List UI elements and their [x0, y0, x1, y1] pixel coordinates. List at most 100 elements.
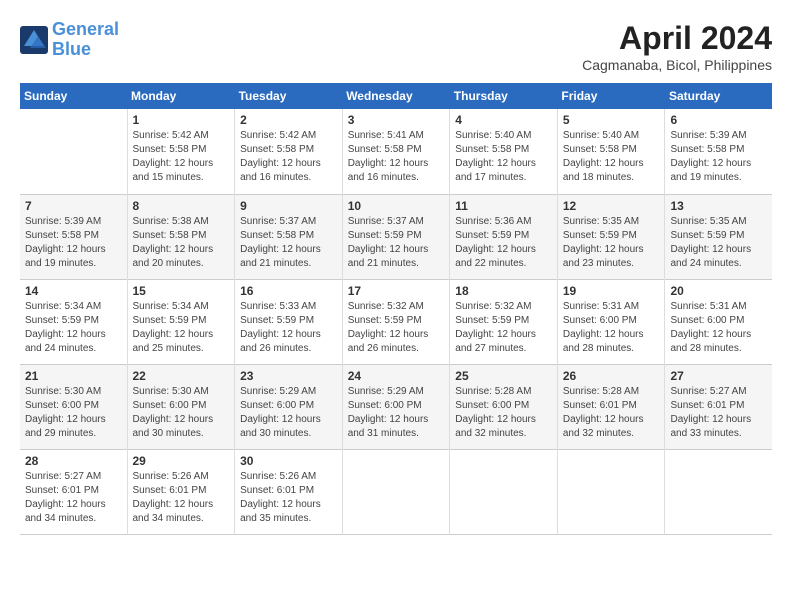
- day-number: 24: [348, 369, 445, 383]
- calendar-week-row: 7 Sunrise: 5:39 AM Sunset: 5:58 PM Daylig…: [20, 194, 772, 279]
- calendar-cell: [342, 449, 450, 534]
- calendar-cell: 11 Sunrise: 5:36 AM Sunset: 5:59 PM Dayli…: [450, 194, 558, 279]
- day-number: 30: [240, 454, 337, 468]
- page-header: General Blue April 2024 Cagmanaba, Bicol…: [20, 20, 772, 73]
- calendar-cell: 19 Sunrise: 5:31 AM Sunset: 6:00 PM Dayli…: [557, 279, 665, 364]
- day-info: Sunrise: 5:26 AM Sunset: 6:01 PM Dayligh…: [133, 470, 230, 526]
- day-number: 10: [348, 199, 445, 213]
- calendar-cell: 9 Sunrise: 5:37 AM Sunset: 5:58 PM Daylig…: [235, 194, 343, 279]
- calendar-cell: 5 Sunrise: 5:40 AM Sunset: 5:58 PM Daylig…: [557, 109, 665, 194]
- day-number: 2: [240, 113, 337, 127]
- day-number: 21: [25, 369, 122, 383]
- calendar-cell: 8 Sunrise: 5:38 AM Sunset: 5:58 PM Daylig…: [127, 194, 235, 279]
- day-of-week-header: Tuesday: [235, 83, 343, 109]
- day-number: 27: [670, 369, 767, 383]
- calendar-cell: 25Sunrise: 5:28 AM Sunset: 6:00 PM Dayli…: [450, 364, 558, 449]
- day-info: Sunrise: 5:35 AM Sunset: 5:59 PM Dayligh…: [670, 215, 767, 271]
- day-number: 9: [240, 199, 337, 213]
- day-info: Sunrise: 5:30 AM Sunset: 6:00 PM Dayligh…: [133, 385, 230, 441]
- day-info: Sunrise: 5:42 AM Sunset: 5:58 PM Dayligh…: [133, 129, 230, 185]
- calendar-cell: 15 Sunrise: 5:34 AM Sunset: 5:59 PM Dayli…: [127, 279, 235, 364]
- day-info: Sunrise: 5:34 AM Sunset: 5:59 PM Dayligh…: [25, 300, 122, 356]
- month-title: April 2024: [582, 20, 772, 57]
- calendar-cell: 16 Sunrise: 5:33 AM Sunset: 5:59 PM Dayli…: [235, 279, 343, 364]
- calendar-cell: 4Sunrise: 5:40 AM Sunset: 5:58 PM Daylig…: [450, 109, 558, 194]
- day-info: Sunrise: 5:40 AM Sunset: 5:58 PM Dayligh…: [563, 129, 660, 185]
- day-info: Sunrise: 5:27 AM Sunset: 6:01 PM Dayligh…: [25, 470, 122, 526]
- day-info: Sunrise: 5:31 AM Sunset: 6:00 PM Dayligh…: [670, 300, 767, 356]
- day-info: Sunrise: 5:37 AM Sunset: 5:58 PM Dayligh…: [240, 215, 337, 271]
- calendar-cell: 27 Sunrise: 5:27 AM Sunset: 6:01 PM Dayli…: [665, 364, 772, 449]
- day-number: 28: [25, 454, 122, 468]
- day-info: Sunrise: 5:42 AM Sunset: 5:58 PM Dayligh…: [240, 129, 337, 185]
- calendar-cell: 2 Sunrise: 5:42 AM Sunset: 5:58 PM Daylig…: [235, 109, 343, 194]
- day-number: 23: [240, 369, 337, 383]
- day-number: 17: [348, 284, 445, 298]
- day-info: Sunrise: 5:33 AM Sunset: 5:59 PM Dayligh…: [240, 300, 337, 356]
- day-number: 14: [25, 284, 122, 298]
- calendar-cell: 12 Sunrise: 5:35 AM Sunset: 5:59 PM Dayli…: [557, 194, 665, 279]
- calendar-cell: 23 Sunrise: 5:29 AM Sunset: 6:00 PM Dayli…: [235, 364, 343, 449]
- calendar-cell: 17 Sunrise: 5:32 AM Sunset: 5:59 PM Dayli…: [342, 279, 450, 364]
- calendar-cell: [450, 449, 558, 534]
- calendar-cell: 29 Sunrise: 5:26 AM Sunset: 6:01 PM Dayli…: [127, 449, 235, 534]
- day-number: 8: [133, 199, 230, 213]
- day-info: Sunrise: 5:41 AM Sunset: 5:58 PM Dayligh…: [348, 129, 445, 185]
- calendar-table: SundayMondayTuesdayWednesdayThursdayFrid…: [20, 83, 772, 535]
- day-info: Sunrise: 5:34 AM Sunset: 5:59 PM Dayligh…: [133, 300, 230, 356]
- day-of-week-header: Wednesday: [342, 83, 450, 109]
- day-number: 1: [133, 113, 230, 127]
- calendar-cell: 20 Sunrise: 5:31 AM Sunset: 6:00 PM Dayli…: [665, 279, 772, 364]
- day-info: Sunrise: 5:35 AM Sunset: 5:59 PM Dayligh…: [563, 215, 660, 271]
- day-info: Sunrise: 5:28 AM Sunset: 6:00 PM Dayligh…: [455, 385, 552, 441]
- day-number: 11: [455, 199, 552, 213]
- day-number: 20: [670, 284, 767, 298]
- calendar-cell: 6Sunrise: 5:39 AM Sunset: 5:58 PM Daylig…: [665, 109, 772, 194]
- day-of-week-header: Sunday: [20, 83, 127, 109]
- day-number: 16: [240, 284, 337, 298]
- calendar-cell: 18Sunrise: 5:32 AM Sunset: 5:59 PM Dayli…: [450, 279, 558, 364]
- logo-text: General Blue: [52, 20, 119, 60]
- calendar-cell: [557, 449, 665, 534]
- calendar-body: 1 Sunrise: 5:42 AM Sunset: 5:58 PM Daylig…: [20, 109, 772, 534]
- calendar-cell: 3Sunrise: 5:41 AM Sunset: 5:58 PM Daylig…: [342, 109, 450, 194]
- calendar-cell: 30 Sunrise: 5:26 AM Sunset: 6:01 PM Dayli…: [235, 449, 343, 534]
- day-info: Sunrise: 5:37 AM Sunset: 5:59 PM Dayligh…: [348, 215, 445, 271]
- calendar-cell: 13Sunrise: 5:35 AM Sunset: 5:59 PM Dayli…: [665, 194, 772, 279]
- day-of-week-header: Friday: [557, 83, 665, 109]
- location-title: Cagmanaba, Bicol, Philippines: [582, 57, 772, 73]
- title-block: April 2024 Cagmanaba, Bicol, Philippines: [582, 20, 772, 73]
- calendar-cell: 22 Sunrise: 5:30 AM Sunset: 6:00 PM Dayli…: [127, 364, 235, 449]
- day-of-week-header: Saturday: [665, 83, 772, 109]
- day-info: Sunrise: 5:39 AM Sunset: 5:58 PM Dayligh…: [25, 215, 122, 271]
- calendar-week-row: 1 Sunrise: 5:42 AM Sunset: 5:58 PM Daylig…: [20, 109, 772, 194]
- calendar-week-row: 28 Sunrise: 5:27 AM Sunset: 6:01 PM Dayli…: [20, 449, 772, 534]
- calendar-cell: 14 Sunrise: 5:34 AM Sunset: 5:59 PM Dayli…: [20, 279, 127, 364]
- day-number: 19: [563, 284, 660, 298]
- day-number: 29: [133, 454, 230, 468]
- calendar-header: SundayMondayTuesdayWednesdayThursdayFrid…: [20, 83, 772, 109]
- day-number: 15: [133, 284, 230, 298]
- day-number: 5: [563, 113, 660, 127]
- day-number: 7: [25, 199, 122, 213]
- day-info: Sunrise: 5:26 AM Sunset: 6:01 PM Dayligh…: [240, 470, 337, 526]
- day-info: Sunrise: 5:38 AM Sunset: 5:58 PM Dayligh…: [133, 215, 230, 271]
- calendar-cell: 24Sunrise: 5:29 AM Sunset: 6:00 PM Dayli…: [342, 364, 450, 449]
- calendar-cell: 28 Sunrise: 5:27 AM Sunset: 6:01 PM Dayli…: [20, 449, 127, 534]
- day-info: Sunrise: 5:28 AM Sunset: 6:01 PM Dayligh…: [563, 385, 660, 441]
- day-info: Sunrise: 5:29 AM Sunset: 6:00 PM Dayligh…: [240, 385, 337, 441]
- day-info: Sunrise: 5:27 AM Sunset: 6:01 PM Dayligh…: [670, 385, 767, 441]
- calendar-cell: 7 Sunrise: 5:39 AM Sunset: 5:58 PM Daylig…: [20, 194, 127, 279]
- day-info: Sunrise: 5:31 AM Sunset: 6:00 PM Dayligh…: [563, 300, 660, 356]
- day-of-week-header: Thursday: [450, 83, 558, 109]
- logo: General Blue: [20, 20, 119, 60]
- day-of-week-header: Monday: [127, 83, 235, 109]
- calendar-cell: 26Sunrise: 5:28 AM Sunset: 6:01 PM Dayli…: [557, 364, 665, 449]
- day-number: 12: [563, 199, 660, 213]
- calendar-cell: [20, 109, 127, 194]
- day-info: Sunrise: 5:32 AM Sunset: 5:59 PM Dayligh…: [455, 300, 552, 356]
- day-number: 22: [133, 369, 230, 383]
- day-number: 6: [670, 113, 767, 127]
- day-info: Sunrise: 5:32 AM Sunset: 5:59 PM Dayligh…: [348, 300, 445, 356]
- day-info: Sunrise: 5:36 AM Sunset: 5:59 PM Dayligh…: [455, 215, 552, 271]
